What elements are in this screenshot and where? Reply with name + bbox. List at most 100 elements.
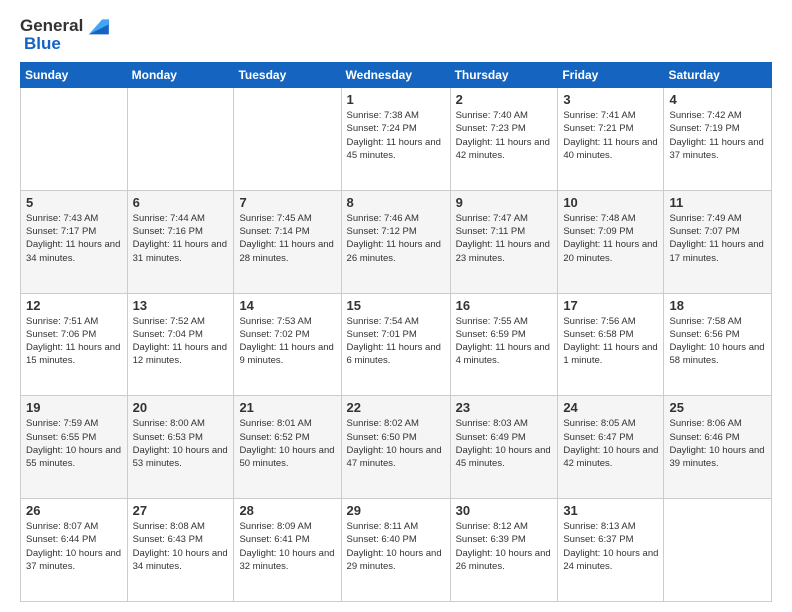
calendar-cell: 20 Sunrise: 8:00 AM Sunset: 6:53 PM Dayli… — [127, 396, 234, 499]
day-info: Sunrise: 7:55 AM Sunset: 6:59 PM Dayligh… — [456, 315, 553, 368]
calendar-cell: 2 Sunrise: 7:40 AM Sunset: 7:23 PM Daylig… — [450, 88, 558, 191]
day-number: 4 — [669, 92, 766, 107]
calendar-cell: 9Sunrise: 7:47 AM Sunset: 7:11 PM Daylig… — [450, 190, 558, 293]
day-info: Sunrise: 8:02 AM Sunset: 6:50 PM Dayligh… — [347, 417, 445, 470]
weekday-header: Sunday — [21, 63, 128, 88]
day-number: 6 — [133, 195, 229, 210]
calendar-cell: 3 Sunrise: 7:41 AM Sunset: 7:21 PM Daylig… — [558, 88, 664, 191]
day-info: Sunrise: 7:52 AM Sunset: 7:04 PM Dayligh… — [133, 315, 229, 368]
day-number: 26 — [26, 503, 122, 518]
calendar-cell — [664, 499, 772, 602]
day-info: Sunrise: 7:56 AM Sunset: 6:58 PM Dayligh… — [563, 315, 658, 368]
day-number: 25 — [669, 400, 766, 415]
calendar-cell: 21 Sunrise: 8:01 AM Sunset: 6:52 PM Dayli… — [234, 396, 341, 499]
calendar-cell: 10 Sunrise: 7:48 AM Sunset: 7:09 PM Dayli… — [558, 190, 664, 293]
day-number: 22 — [347, 400, 445, 415]
weekday-header-row: SundayMondayTuesdayWednesdayThursdayFrid… — [21, 63, 772, 88]
day-info: Sunrise: 7:59 AM Sunset: 6:55 PM Dayligh… — [26, 417, 122, 470]
day-info: Sunrise: 8:06 AM Sunset: 6:46 PM Dayligh… — [669, 417, 766, 470]
calendar-cell: 8Sunrise: 7:46 AM Sunset: 7:12 PM Daylig… — [341, 190, 450, 293]
calendar-cell: 13 Sunrise: 7:52 AM Sunset: 7:04 PM Dayli… — [127, 293, 234, 396]
day-number: 2 — [456, 92, 553, 107]
calendar: SundayMondayTuesdayWednesdayThursdayFrid… — [20, 62, 772, 602]
weekday-header: Tuesday — [234, 63, 341, 88]
day-number: 5 — [26, 195, 122, 210]
calendar-cell: 5 Sunrise: 7:43 AM Sunset: 7:17 PM Daylig… — [21, 190, 128, 293]
day-info: Sunrise: 7:43 AM Sunset: 7:17 PM Dayligh… — [26, 212, 122, 265]
day-info: Sunrise: 8:08 AM Sunset: 6:43 PM Dayligh… — [133, 520, 229, 573]
day-info: Sunrise: 7:44 AM Sunset: 7:16 PM Dayligh… — [133, 212, 229, 265]
weekday-header: Thursday — [450, 63, 558, 88]
calendar-week-row: 1Sunrise: 7:38 AM Sunset: 7:24 PM Daylig… — [21, 88, 772, 191]
day-info: Sunrise: 7:54 AM Sunset: 7:01 PM Dayligh… — [347, 315, 445, 368]
day-number: 14 — [239, 298, 335, 313]
day-info: Sunrise: 7:49 AM Sunset: 7:07 PM Dayligh… — [669, 212, 766, 265]
logo-general: General — [20, 16, 83, 36]
calendar-week-row: 12 Sunrise: 7:51 AM Sunset: 7:06 PM Dayli… — [21, 293, 772, 396]
calendar-cell: 12 Sunrise: 7:51 AM Sunset: 7:06 PM Dayli… — [21, 293, 128, 396]
day-number: 10 — [563, 195, 658, 210]
calendar-cell: 18 Sunrise: 7:58 AM Sunset: 6:56 PM Dayli… — [664, 293, 772, 396]
day-number: 19 — [26, 400, 122, 415]
day-info: Sunrise: 8:13 AM Sunset: 6:37 PM Dayligh… — [563, 520, 658, 573]
day-number: 20 — [133, 400, 229, 415]
day-number: 13 — [133, 298, 229, 313]
day-info: Sunrise: 8:11 AM Sunset: 6:40 PM Dayligh… — [347, 520, 445, 573]
day-number: 1 — [347, 92, 445, 107]
weekday-header: Friday — [558, 63, 664, 88]
calendar-cell: 26Sunrise: 8:07 AM Sunset: 6:44 PM Dayli… — [21, 499, 128, 602]
day-info: Sunrise: 7:58 AM Sunset: 6:56 PM Dayligh… — [669, 315, 766, 368]
day-number: 27 — [133, 503, 229, 518]
calendar-cell — [234, 88, 341, 191]
day-info: Sunrise: 7:41 AM Sunset: 7:21 PM Dayligh… — [563, 109, 658, 162]
day-number: 11 — [669, 195, 766, 210]
calendar-cell: 14 Sunrise: 7:53 AM Sunset: 7:02 PM Dayli… — [234, 293, 341, 396]
calendar-cell: 31Sunrise: 8:13 AM Sunset: 6:37 PM Dayli… — [558, 499, 664, 602]
day-number: 12 — [26, 298, 122, 313]
day-info: Sunrise: 8:00 AM Sunset: 6:53 PM Dayligh… — [133, 417, 229, 470]
day-number: 24 — [563, 400, 658, 415]
day-number: 3 — [563, 92, 658, 107]
calendar-cell: 28Sunrise: 8:09 AM Sunset: 6:41 PM Dayli… — [234, 499, 341, 602]
day-info: Sunrise: 8:01 AM Sunset: 6:52 PM Dayligh… — [239, 417, 335, 470]
day-number: 29 — [347, 503, 445, 518]
day-info: Sunrise: 7:53 AM Sunset: 7:02 PM Dayligh… — [239, 315, 335, 368]
day-info: Sunrise: 7:42 AM Sunset: 7:19 PM Dayligh… — [669, 109, 766, 162]
calendar-cell — [21, 88, 128, 191]
calendar-cell: 4 Sunrise: 7:42 AM Sunset: 7:19 PM Daylig… — [664, 88, 772, 191]
calendar-cell: 1Sunrise: 7:38 AM Sunset: 7:24 PM Daylig… — [341, 88, 450, 191]
calendar-cell: 11 Sunrise: 7:49 AM Sunset: 7:07 PM Dayli… — [664, 190, 772, 293]
day-info: Sunrise: 8:03 AM Sunset: 6:49 PM Dayligh… — [456, 417, 553, 470]
day-number: 15 — [347, 298, 445, 313]
day-number: 18 — [669, 298, 766, 313]
day-number: 23 — [456, 400, 553, 415]
calendar-cell: 29 Sunrise: 8:11 AM Sunset: 6:40 PM Dayli… — [341, 499, 450, 602]
calendar-cell: 15 Sunrise: 7:54 AM Sunset: 7:01 PM Dayli… — [341, 293, 450, 396]
logo: General Blue — [20, 16, 111, 54]
day-info: Sunrise: 8:05 AM Sunset: 6:47 PM Dayligh… — [563, 417, 658, 470]
calendar-cell: 24 Sunrise: 8:05 AM Sunset: 6:47 PM Dayli… — [558, 396, 664, 499]
day-number: 8 — [347, 195, 445, 210]
calendar-cell — [127, 88, 234, 191]
page: General Blue SundayMondayTuesdayWednesda… — [0, 0, 792, 612]
logo-icon — [85, 16, 111, 36]
day-number: 7 — [239, 195, 335, 210]
logo-blue: Blue — [24, 34, 61, 53]
day-info: Sunrise: 7:48 AM Sunset: 7:09 PM Dayligh… — [563, 212, 658, 265]
calendar-week-row: 19 Sunrise: 7:59 AM Sunset: 6:55 PM Dayli… — [21, 396, 772, 499]
calendar-cell: 27 Sunrise: 8:08 AM Sunset: 6:43 PM Dayli… — [127, 499, 234, 602]
day-info: Sunrise: 7:45 AM Sunset: 7:14 PM Dayligh… — [239, 212, 335, 265]
day-number: 28 — [239, 503, 335, 518]
calendar-week-row: 5 Sunrise: 7:43 AM Sunset: 7:17 PM Daylig… — [21, 190, 772, 293]
header: General Blue — [20, 16, 772, 54]
day-info: Sunrise: 7:47 AM Sunset: 7:11 PM Dayligh… — [456, 212, 553, 265]
calendar-cell: 30Sunrise: 8:12 AM Sunset: 6:39 PM Dayli… — [450, 499, 558, 602]
calendar-cell: 25 Sunrise: 8:06 AM Sunset: 6:46 PM Dayli… — [664, 396, 772, 499]
calendar-cell: 16Sunrise: 7:55 AM Sunset: 6:59 PM Dayli… — [450, 293, 558, 396]
day-info: Sunrise: 7:40 AM Sunset: 7:23 PM Dayligh… — [456, 109, 553, 162]
calendar-cell: 22 Sunrise: 8:02 AM Sunset: 6:50 PM Dayli… — [341, 396, 450, 499]
day-number: 21 — [239, 400, 335, 415]
day-info: Sunrise: 7:51 AM Sunset: 7:06 PM Dayligh… — [26, 315, 122, 368]
calendar-cell: 7 Sunrise: 7:45 AM Sunset: 7:14 PM Daylig… — [234, 190, 341, 293]
calendar-cell: 23 Sunrise: 8:03 AM Sunset: 6:49 PM Dayli… — [450, 396, 558, 499]
